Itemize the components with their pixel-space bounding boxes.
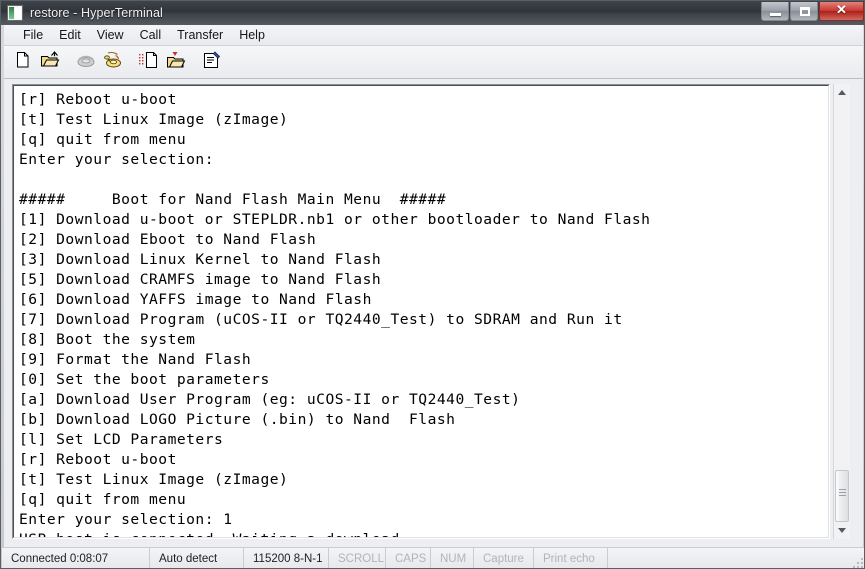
send-file-icon [138, 51, 160, 74]
open-connection-icon [40, 50, 60, 74]
menu-item-edit[interactable]: Edit [51, 26, 89, 45]
receive-file-button[interactable] [163, 49, 189, 75]
terminal-output: [r] Reboot u-boot [t] Test Linux Image (… [19, 91, 651, 537]
menu-item-help[interactable]: Help [231, 26, 273, 45]
disconnect-phone-icon [76, 51, 96, 74]
menu-item-call[interactable]: Call [132, 26, 170, 45]
status-scroll-indicator: SCROLL [329, 548, 386, 568]
scroll-down-arrow[interactable] [834, 522, 850, 539]
properties-button[interactable] [199, 49, 225, 75]
terminal-frame: [r] Reboot u-boot [t] Test Linux Image (… [12, 84, 830, 539]
status-detect-mode: Auto detect [150, 548, 244, 568]
receive-file-icon [166, 51, 186, 74]
scroll-down-triangle-icon [838, 528, 846, 533]
menu-item-transfer[interactable]: Transfer [169, 26, 231, 45]
new-connection-icon [14, 51, 32, 74]
status-num-indicator: NUM [431, 548, 474, 568]
toolbar-separator [190, 49, 199, 75]
terminal-vertical-scrollbar[interactable] [833, 84, 850, 539]
toolbar-separator [127, 49, 136, 75]
scroll-thumb-grip-icon [839, 489, 846, 498]
maximize-button[interactable] [790, 2, 818, 21]
call-button[interactable] [100, 49, 126, 75]
window-title: restore - HyperTerminal [30, 6, 163, 20]
title-bar[interactable]: restore - HyperTerminal ✕ [1, 1, 864, 25]
status-filler [608, 548, 864, 568]
scroll-up-arrow[interactable] [834, 84, 850, 101]
close-icon: ✕ [836, 2, 847, 17]
caption-button-group: ✕ [761, 2, 864, 23]
menu-bar: File Edit View Call Transfer Help [4, 25, 863, 46]
status-print-echo-indicator: Print echo [534, 548, 608, 568]
scroll-thumb[interactable] [835, 470, 849, 522]
status-capture-indicator: Capture [474, 548, 534, 568]
status-caps-indicator: CAPS [386, 548, 431, 568]
send-file-button[interactable] [136, 49, 162, 75]
status-bar: Connected 0:08:07 Auto detect 115200 8-N… [2, 547, 864, 568]
scroll-up-triangle-icon [838, 90, 846, 95]
call-phone-icon [103, 51, 123, 74]
disconnect-button[interactable] [73, 49, 99, 75]
toolbar [4, 46, 863, 79]
menu-item-file[interactable]: File [15, 26, 51, 45]
status-port-settings: 115200 8-N-1 [244, 548, 329, 568]
menu-item-view[interactable]: View [89, 26, 132, 45]
hyperterminal-icon [7, 5, 23, 21]
close-button[interactable]: ✕ [819, 2, 864, 21]
terminal-client-area: [r] Reboot u-boot [t] Test Linux Image (… [4, 79, 863, 547]
resize-grip-icon[interactable] [850, 555, 863, 568]
new-connection-button[interactable] [10, 49, 36, 75]
toolbar-separator [64, 49, 73, 75]
terminal-screen[interactable]: [r] Reboot u-boot [t] Test Linux Image (… [13, 85, 829, 538]
minimize-button[interactable] [761, 2, 789, 21]
status-connection-time: Connected 0:08:07 [2, 548, 150, 568]
maximize-icon [800, 7, 810, 16]
minimize-icon [770, 13, 781, 16]
open-connection-button[interactable] [37, 49, 63, 75]
properties-icon [202, 50, 222, 74]
hyperterminal-window: restore - HyperTerminal ✕ File Edit View… [0, 0, 865, 569]
